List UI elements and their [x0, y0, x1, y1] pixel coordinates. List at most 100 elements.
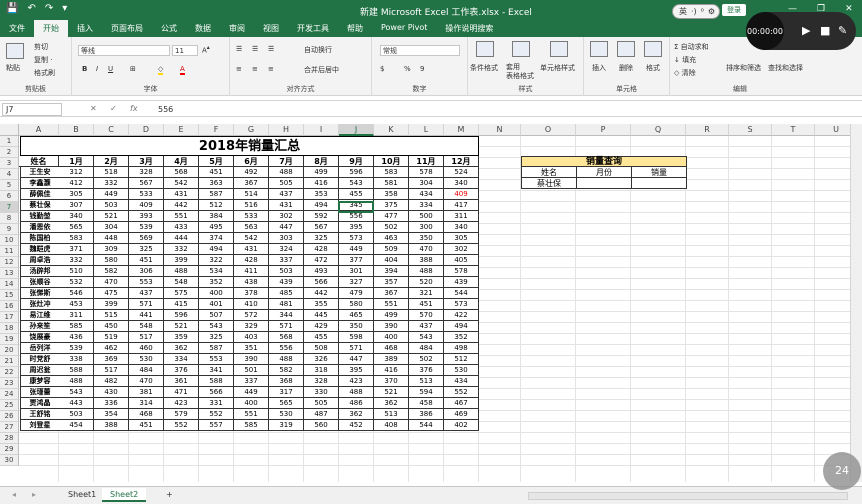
column-header-E[interactable]: E — [164, 124, 199, 136]
value-cell[interactable]: 503 — [94, 200, 129, 211]
value-cell[interactable]: 520 — [409, 277, 444, 288]
value-cell[interactable]: 395 — [339, 365, 374, 376]
row-header-28[interactable]: 28 — [0, 433, 19, 444]
value-cell[interactable]: 453 — [59, 299, 94, 310]
row-header-6[interactable]: 6 — [0, 191, 19, 202]
column-header-F[interactable]: F — [199, 124, 234, 136]
value-cell[interactable]: 563 — [234, 222, 269, 233]
value-cell[interactable]: 585 — [234, 420, 269, 431]
name-cell[interactable]: 李鑫灏 — [20, 178, 60, 189]
value-cell[interactable]: 423 — [339, 376, 374, 387]
wrap-text-button[interactable]: 自动换行 — [304, 45, 332, 55]
value-cell[interactable]: 505 — [269, 178, 304, 189]
underline-button[interactable]: U — [108, 65, 113, 73]
value-cell[interactable]: 544 — [409, 420, 444, 431]
insert-cells-icon[interactable] — [590, 41, 608, 57]
value-cell[interactable]: 587 — [199, 343, 234, 354]
column-header-S[interactable]: S — [729, 124, 772, 136]
value-cell[interactable]: 410 — [234, 299, 269, 310]
value-cell[interactable]: 351 — [234, 343, 269, 354]
header-cell[interactable]: 1月 — [59, 156, 94, 167]
sheet-title[interactable]: 2018年销量汇总 — [20, 136, 479, 156]
name-cell[interactable]: 康梦容 — [20, 376, 60, 387]
row-header-5[interactable]: 5 — [0, 180, 19, 191]
add-sheet-icon[interactable]: + — [158, 488, 181, 502]
value-cell[interactable]: 329 — [234, 321, 269, 332]
value-cell[interactable]: 393 — [129, 211, 164, 222]
value-cell[interactable]: 378 — [234, 288, 269, 299]
row-header-21[interactable]: 21 — [0, 356, 19, 367]
value-cell[interactable]: 355 — [304, 299, 339, 310]
value-cell[interactable]: 305 — [444, 233, 479, 244]
value-cell[interactable]: 442 — [304, 288, 339, 299]
value-cell[interactable]: 431 — [269, 200, 304, 211]
value-cell[interactable]: 551 — [164, 211, 199, 222]
row-header-7[interactable]: 7 — [0, 202, 19, 213]
cut-button[interactable]: 剪切 — [34, 42, 48, 52]
value-cell[interactable]: 350 — [409, 233, 444, 244]
value-cell[interactable]: 362 — [374, 398, 409, 409]
value-cell[interactable]: 494 — [304, 200, 339, 211]
value-cell[interactable]: 463 — [374, 233, 409, 244]
name-cell[interactable]: 潘恩依 — [20, 222, 60, 233]
cancel-icon[interactable]: ✕ — [90, 104, 97, 113]
select-all-corner[interactable] — [0, 124, 19, 136]
paste-icon[interactable] — [6, 43, 24, 59]
value-cell[interactable]: 441 — [129, 310, 164, 321]
value-cell[interactable]: 580 — [94, 255, 129, 266]
worksheet-grid[interactable]: ABCDEFGHIJKLMNOPQRSTU 1 2 3 4 5 6 7 8 9 10 11 12 13 1… — [0, 124, 850, 482]
value-cell[interactable]: 488 — [269, 167, 304, 178]
format-cells-icon[interactable] — [644, 41, 662, 57]
pen-icon[interactable]: ✎ — [838, 24, 847, 37]
row-header-2[interactable]: 2 — [0, 147, 19, 158]
value-cell[interactable]: 587 — [199, 189, 234, 200]
value-cell[interactable]: 448 — [94, 233, 129, 244]
lookup-sales-header[interactable]: 销量 — [632, 167, 687, 178]
format-cells-button[interactable]: 格式 — [646, 63, 660, 73]
value-cell[interactable]: 362 — [164, 343, 199, 354]
value-cell[interactable]: 437 — [409, 321, 444, 332]
value-cell[interactable]: 434 — [409, 189, 444, 200]
row-header-9[interactable]: 9 — [0, 224, 19, 235]
value-cell[interactable]: 560 — [304, 420, 339, 431]
value-cell[interactable]: 573 — [444, 299, 479, 310]
value-cell[interactable]: 341 — [199, 365, 234, 376]
value-cell[interactable]: 451 — [129, 420, 164, 431]
value-cell[interactable]: 516 — [234, 200, 269, 211]
value-cell[interactable]: 583 — [59, 233, 94, 244]
value-cell[interactable]: 388 — [94, 420, 129, 431]
value-cell[interactable]: 429 — [304, 321, 339, 332]
header-cell[interactable]: 6月 — [234, 156, 269, 167]
tab-3[interactable]: 页面布局 — [102, 20, 152, 37]
customize-qat-icon[interactable]: ▾ — [62, 3, 67, 14]
value-cell[interactable]: 334 — [164, 354, 199, 365]
value-cell[interactable]: 596 — [164, 310, 199, 321]
value-cell[interactable]: 499 — [304, 167, 339, 178]
column-header-H[interactable]: H — [269, 124, 304, 136]
value-cell[interactable]: 302 — [269, 211, 304, 222]
insert-cells-button[interactable]: 插入 — [592, 63, 606, 73]
header-cell[interactable]: 9月 — [339, 156, 374, 167]
value-cell[interactable]: 507 — [199, 310, 234, 321]
prev-sheet-icon[interactable]: ◂ — [4, 488, 24, 502]
value-cell[interactable]: 311 — [444, 211, 479, 222]
name-cell[interactable]: 饶展豪 — [20, 332, 60, 343]
value-cell[interactable]: 521 — [164, 321, 199, 332]
value-cell[interactable]: 530 — [269, 409, 304, 420]
value-cell[interactable]: 311 — [59, 310, 94, 321]
column-header-I[interactable]: I — [304, 124, 339, 136]
value-cell[interactable]: 451 — [199, 167, 234, 178]
value-cell[interactable]: 314 — [129, 398, 164, 409]
value-cell[interactable]: 444 — [164, 233, 199, 244]
formula-input[interactable]: 556 — [158, 105, 173, 114]
value-cell[interactable]: 470 — [129, 376, 164, 387]
value-cell[interactable]: 417 — [444, 200, 479, 211]
ime-toolbar[interactable]: 英 ·) ⁰ ⚙ — [672, 4, 720, 19]
value-cell[interactable]: 376 — [164, 365, 199, 376]
copy-button[interactable]: 复制 · — [34, 55, 52, 65]
value-cell[interactable]: 442 — [164, 200, 199, 211]
value-cell[interactable]: 395 — [339, 222, 374, 233]
value-cell[interactable]: 552 — [164, 420, 199, 431]
value-cell[interactable]: 557 — [199, 420, 234, 431]
name-cell[interactable]: 薛佩佳 — [20, 189, 60, 200]
